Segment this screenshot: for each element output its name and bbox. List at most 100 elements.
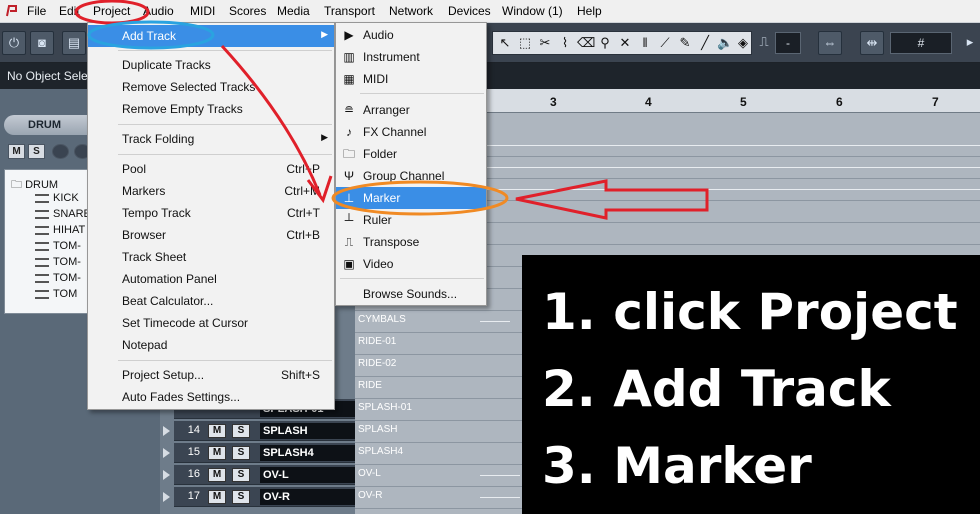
mute-tool-icon[interactable]: ✕	[617, 35, 633, 51]
submenu-item-folder[interactable]: 🗀 Folder	[336, 143, 486, 165]
submenu-item-ruler[interactable]: ┴ Ruler	[336, 209, 486, 231]
mute-button[interactable]: M	[208, 490, 226, 504]
menu-item-notepad[interactable]: Notepad	[88, 334, 334, 356]
snap-onoff-button[interactable]: ⇔	[818, 31, 842, 55]
menu-item-automation-panel[interactable]: Automation Panel	[88, 268, 334, 290]
menu-file[interactable]: File	[27, 4, 46, 18]
menu-item-beat-calculator[interactable]: Beat Calculator...	[88, 290, 334, 312]
track-name[interactable]: OV-R	[260, 489, 355, 505]
solo-button[interactable]: S	[232, 446, 250, 460]
folder-tree-item[interactable]: SNARE	[35, 208, 91, 224]
menu-item-duplicate-tracks[interactable]: Duplicate Tracks	[88, 54, 334, 76]
submenu-item-audio[interactable]: ▶ Audio	[336, 24, 486, 46]
marker-track-icon: ⊥	[343, 191, 355, 205]
speaker-tool-icon[interactable]: 🔈	[717, 35, 733, 51]
menu-edit[interactable]: Edit	[59, 4, 80, 18]
expand-icon[interactable]	[163, 448, 170, 458]
submenu-item-group-channel[interactable]: Ψ Group Channel	[336, 165, 486, 187]
comp-tool-icon[interactable]: ‖	[637, 35, 653, 51]
menu-network[interactable]: Network	[389, 4, 433, 18]
grid-hash-icon: #	[917, 36, 925, 50]
submenu-item-midi[interactable]: ▦ MIDI	[336, 68, 486, 90]
show-inspector-button[interactable]: ▤	[62, 31, 86, 55]
mute-button[interactable]: M	[208, 468, 226, 482]
menu-item-auto-fades-settings[interactable]: Auto Fades Settings...	[88, 386, 334, 408]
menu-item-set-timecode[interactable]: Set Timecode at Cursor	[88, 312, 334, 334]
inspector-solo-button[interactable]: S	[28, 144, 45, 159]
track-row[interactable]: 15 M S SPLASH4	[163, 443, 355, 463]
inspector-mute-button[interactable]: M	[8, 144, 25, 159]
expand-icon[interactable]	[163, 470, 170, 480]
folder-tree-item[interactable]: KICK	[35, 192, 79, 208]
menu-item-markers[interactable]: Markers Ctrl+M	[88, 180, 334, 202]
submenu-item-instrument[interactable]: ▥ Instrument	[336, 46, 486, 68]
track-name[interactable]: SPLASH4	[260, 445, 355, 461]
menu-item-browser[interactable]: Browser Ctrl+B	[88, 224, 334, 246]
mute-button[interactable]: M	[208, 424, 226, 438]
menu-item-remove-selected-tracks[interactable]: Remove Selected Tracks	[88, 76, 334, 98]
zoom-tool-icon[interactable]: ⚲	[597, 35, 613, 51]
object-select-tool-icon[interactable]: ↖	[497, 35, 513, 51]
activate-project-button[interactable]: ⏻	[2, 31, 26, 55]
event-label: SPLASH4	[358, 446, 404, 457]
folder-tree-item[interactable]: TOM-	[35, 256, 81, 272]
expand-icon[interactable]	[163, 426, 170, 436]
folder-tree-root[interactable]: 🗀 DRUM	[11, 176, 58, 192]
track-row[interactable]: 16 M S OV-L	[163, 465, 355, 485]
menu-item-remove-empty-tracks[interactable]: Remove Empty Tracks	[88, 98, 334, 120]
track-row[interactable]: 14 M S SPLASH	[163, 421, 355, 441]
tool-strip: ↖ ⬚ ✂ ⌇ ⌫ ⚲ ✕ ‖ ⟋ ✎ ╱ 🔈 ◈	[492, 31, 752, 55]
menu-window[interactable]: Window (1)	[502, 4, 563, 18]
submenu-item-fx-channel[interactable]: ♪ FX Channel	[336, 121, 486, 143]
instrument-track-icon: ▥	[343, 50, 355, 64]
snap-to-zero-button[interactable]: ⇹	[860, 31, 884, 55]
menu-help[interactable]: Help	[577, 4, 602, 18]
split-tool-icon[interactable]: ✂	[537, 35, 553, 51]
timewarp-tool-icon[interactable]: ⟋	[657, 35, 673, 51]
submenu-item-marker[interactable]: ⊥ Marker	[336, 187, 486, 209]
audio-wave-icon	[35, 289, 49, 299]
color-tool-icon[interactable]: ◈	[735, 35, 751, 51]
menu-devices[interactable]: Devices	[448, 4, 491, 18]
mute-button[interactable]: M	[208, 446, 226, 460]
solo-button[interactable]: S	[232, 490, 250, 504]
solo-button[interactable]: S	[232, 424, 250, 438]
record-enable-icon[interactable]	[52, 144, 69, 159]
submenu-item-transpose[interactable]: ⎍ Transpose	[336, 231, 486, 253]
constrain-delay-button[interactable]: ◙	[30, 31, 54, 55]
snap-type-field[interactable]: -	[775, 32, 801, 54]
track-name[interactable]: OV-L	[260, 467, 355, 483]
menu-scores[interactable]: Scores	[229, 4, 266, 18]
menu-audio[interactable]: Audio	[143, 4, 174, 18]
ruler-bar-label: 3	[550, 95, 557, 109]
glue-tool-icon[interactable]: ⌇	[557, 35, 573, 51]
menu-project[interactable]: Project	[93, 4, 130, 18]
draw-tool-icon[interactable]: ✎	[677, 35, 693, 51]
track-name[interactable]: SPLASH	[260, 423, 355, 439]
menu-midi[interactable]: MIDI	[190, 4, 215, 18]
quantize-menu-icon[interactable]: ▸	[958, 31, 980, 55]
menu-item-add-track[interactable]: Add Track ▶	[88, 25, 334, 47]
folder-tree-item[interactable]: TOM-	[35, 272, 81, 288]
folder-tree-item[interactable]: TOM	[35, 288, 77, 304]
grid-type-field[interactable]: #	[890, 32, 952, 54]
submenu-item-video[interactable]: ▣ Video	[336, 253, 486, 275]
folder-tree-item[interactable]: HIHAT	[35, 224, 85, 240]
solo-button[interactable]: S	[232, 468, 250, 482]
range-select-tool-icon[interactable]: ⬚	[517, 35, 533, 51]
submenu-item-browse-sounds[interactable]: Browse Sounds...	[336, 283, 486, 305]
menu-transport[interactable]: Transport	[324, 4, 375, 18]
menu-item-project-setup[interactable]: Project Setup... Shift+S	[88, 364, 334, 386]
menu-item-track-sheet[interactable]: Track Sheet	[88, 246, 334, 268]
autoscroll-icon[interactable]: ⎍	[752, 31, 776, 55]
folder-tree-item[interactable]: TOM-	[35, 240, 81, 256]
expand-icon[interactable]	[163, 492, 170, 502]
erase-tool-icon[interactable]: ⌫	[577, 35, 595, 51]
line-tool-icon[interactable]: ╱	[697, 35, 713, 51]
menu-item-tempo-track[interactable]: Tempo Track Ctrl+T	[88, 202, 334, 224]
menu-media[interactable]: Media	[277, 4, 310, 18]
menu-item-pool[interactable]: Pool Ctrl+P	[88, 158, 334, 180]
menu-item-track-folding[interactable]: Track Folding ▶	[88, 128, 334, 150]
submenu-item-arranger[interactable]: ≘ Arranger	[336, 99, 486, 121]
track-row[interactable]: 17 M S OV-R	[163, 487, 355, 507]
